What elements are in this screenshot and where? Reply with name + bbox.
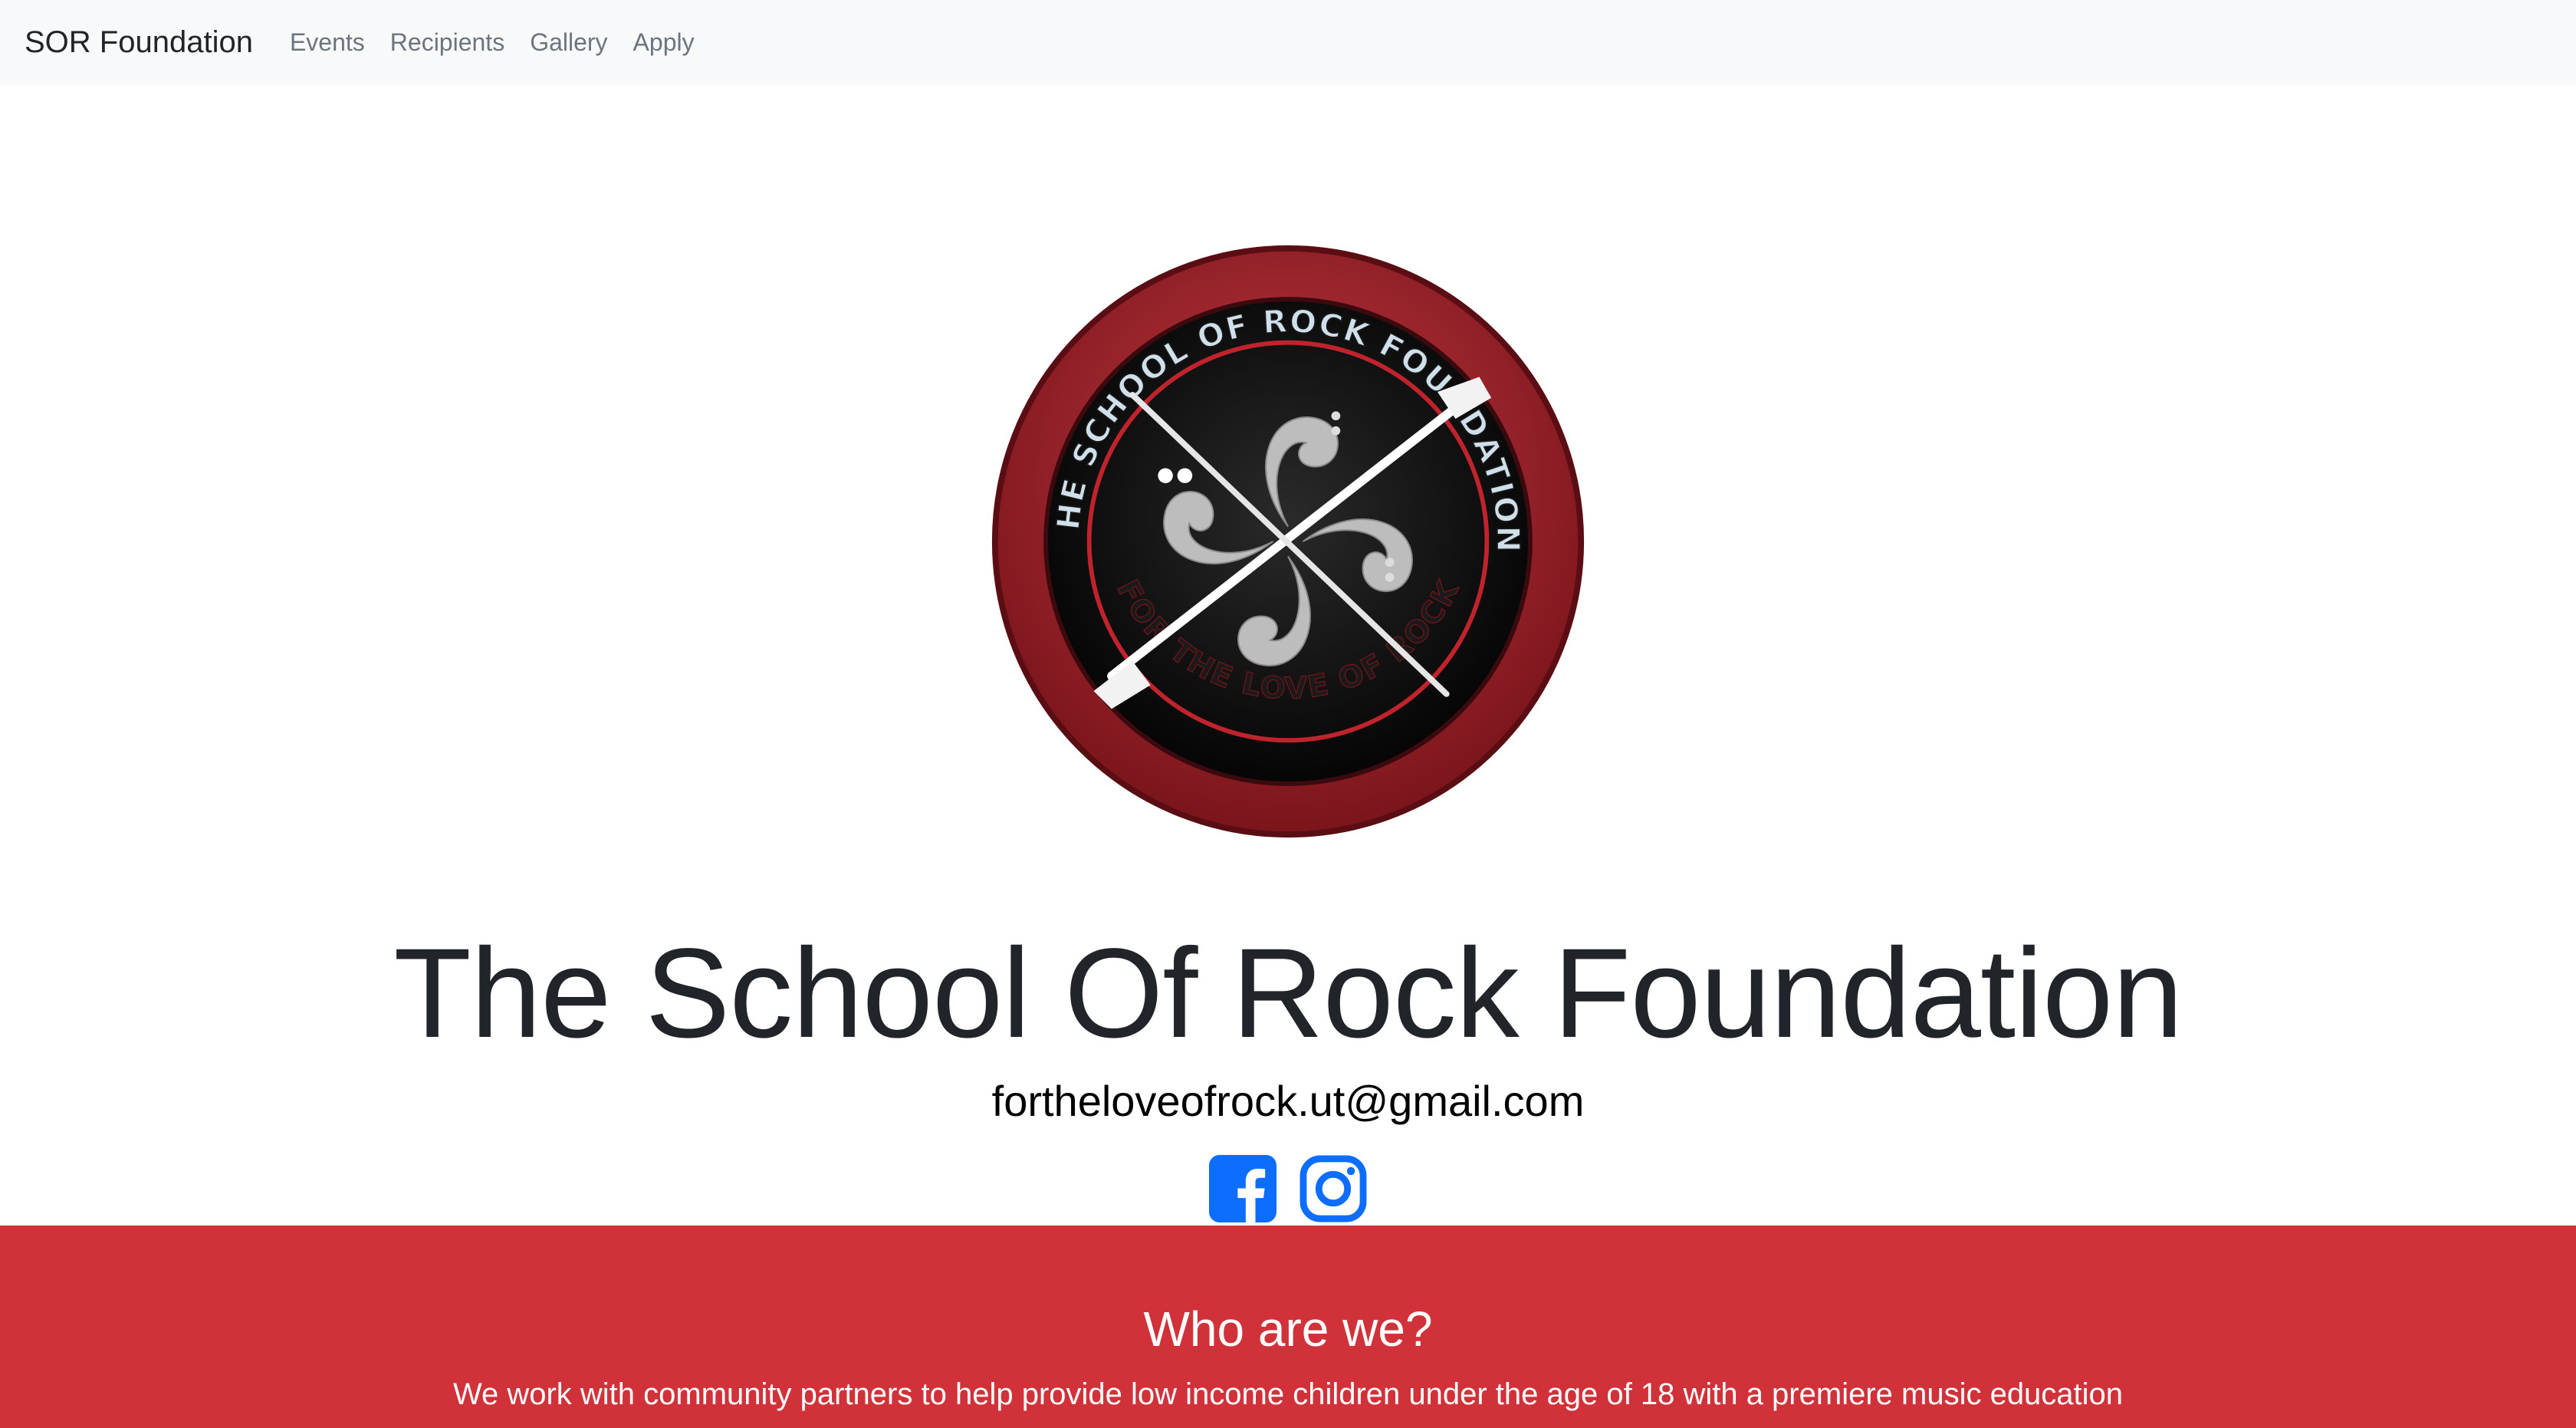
instagram-icon — [1300, 1155, 1367, 1222]
facebook-icon — [1209, 1155, 1276, 1222]
foundation-logo: THE SCHOOL OF ROCK FOUNDATION FOR THE LO… — [989, 242, 1587, 841]
nav-link-events[interactable]: Events — [290, 28, 365, 57]
about-heading: Who are we? — [1143, 1301, 1433, 1357]
top-navbar: SOR Foundation Events Recipients Gallery… — [0, 0, 2576, 85]
facebook-link[interactable] — [1209, 1155, 1276, 1222]
nav-link-recipients[interactable]: Recipients — [390, 28, 504, 57]
brand-link[interactable]: SOR Foundation — [25, 25, 253, 60]
contact-email: fortheloveofrock.ut@gmail.com — [991, 1077, 1585, 1125]
social-links — [0, 1155, 2576, 1222]
foundation-logo-emblem: THE SCHOOL OF ROCK FOUNDATION FOR THE LO… — [989, 242, 1585, 838]
hero-section: THE SCHOOL OF ROCK FOUNDATION FOR THE LO… — [0, 85, 2576, 1226]
about-section: Who are we? We work with community partn… — [0, 1226, 2576, 1428]
instagram-link[interactable] — [1300, 1155, 1367, 1222]
nav-link-apply[interactable]: Apply — [633, 28, 695, 57]
page-title: The School Of Rock Foundation — [393, 923, 2183, 1064]
nav-link-gallery[interactable]: Gallery — [530, 28, 607, 57]
about-text: We work with community partners to help … — [452, 1377, 2124, 1411]
